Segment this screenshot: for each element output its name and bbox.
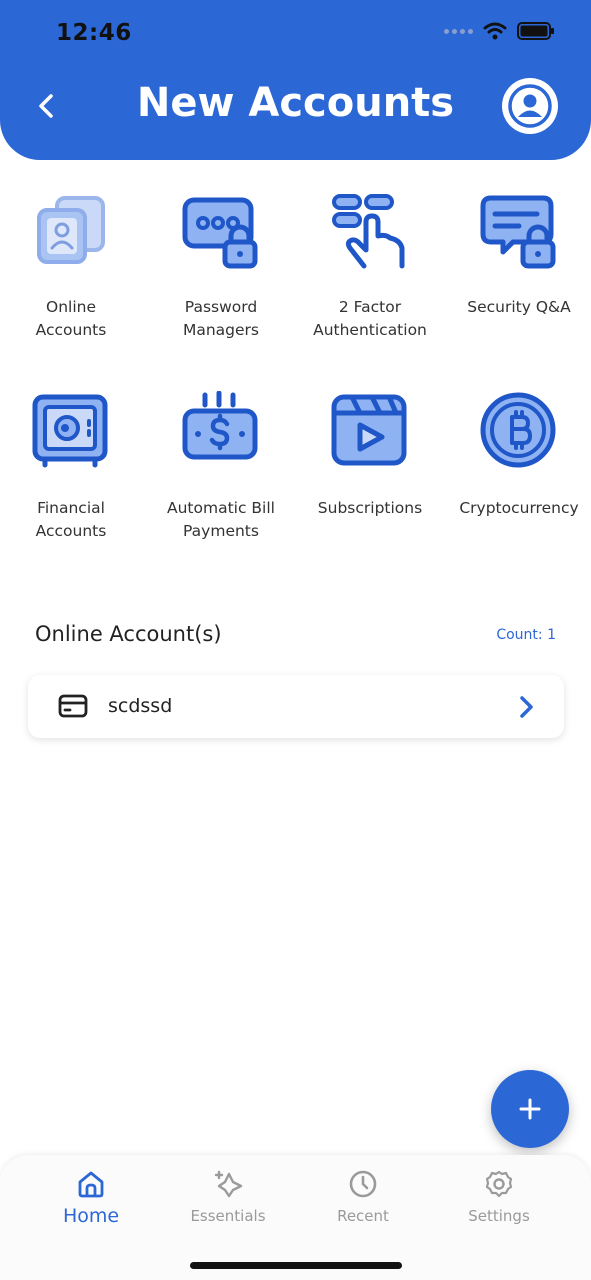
status-icons (444, 22, 555, 40)
wallet-icon (58, 694, 88, 718)
tab-recent[interactable]: Recent (303, 1165, 423, 1225)
subscriptions-icon (330, 389, 410, 473)
category-label: 2 Factor Authentication (313, 298, 427, 339)
account-name: scdssd (108, 695, 173, 717)
tab-label: Essentials (190, 1207, 266, 1225)
category-label: Password Managers (182, 298, 260, 339)
password-managers-icon (181, 188, 261, 272)
category-label: Cryptocurrency (459, 499, 579, 517)
two-factor-icon (330, 188, 410, 272)
tab-home[interactable]: Home (31, 1165, 151, 1227)
bitcoin-icon (479, 389, 559, 473)
category-label: Security Q&A (467, 298, 571, 316)
category-automatic-bill-payments[interactable]: Automatic Bill Payments (147, 389, 295, 543)
vault-icon (31, 389, 111, 473)
plus-icon (519, 1098, 541, 1120)
clock-icon (349, 1170, 377, 1198)
gear-icon (485, 1170, 513, 1198)
tab-label: Home (62, 1205, 120, 1227)
category-financial-accounts[interactable]: Financial Accounts (0, 389, 145, 543)
account-row[interactable]: scdssd (28, 675, 564, 738)
screen: 12:46 New Accounts Online Accounts Passw… (0, 0, 591, 1280)
home-indicator (190, 1262, 402, 1269)
sparkle-icon (214, 1170, 243, 1198)
category-security-qa[interactable]: Security Q&A (445, 188, 591, 319)
battery-icon (517, 22, 554, 40)
tab-label: Recent (337, 1207, 389, 1225)
category-cryptocurrency[interactable]: Cryptocurrency (445, 389, 591, 520)
category-label: Automatic Bill Payments (167, 499, 275, 540)
category-label: Subscriptions (317, 499, 423, 517)
category-two-factor[interactable]: 2 Factor Authentication (296, 188, 444, 342)
security-qa-icon (479, 188, 559, 272)
tab-settings[interactable]: Settings (439, 1165, 559, 1225)
header: 12:46 New Accounts (0, 0, 591, 160)
wifi-icon (483, 22, 507, 40)
count-label: Count: 1 (496, 627, 556, 643)
signal-icon (444, 28, 473, 34)
add-account-button[interactable] (491, 1070, 569, 1148)
section-title: Online Account(s) (35, 622, 222, 646)
category-label: Online Accounts (35, 298, 107, 339)
online-accounts-icon (31, 188, 111, 272)
user-icon (508, 84, 552, 128)
status-time: 12:46 (56, 20, 132, 46)
category-label: Financial Accounts (35, 499, 107, 540)
category-password-managers[interactable]: Password Managers (147, 188, 295, 342)
category-subscriptions[interactable]: Subscriptions (296, 389, 444, 520)
bill-payment-icon (181, 389, 261, 473)
home-icon (78, 1171, 104, 1198)
chevron-right-icon (520, 696, 533, 718)
profile-button[interactable] (502, 78, 558, 134)
category-online-accounts[interactable]: Online Accounts (0, 188, 145, 342)
tab-label: Settings (468, 1207, 530, 1225)
tab-essentials[interactable]: Essentials (168, 1165, 288, 1225)
